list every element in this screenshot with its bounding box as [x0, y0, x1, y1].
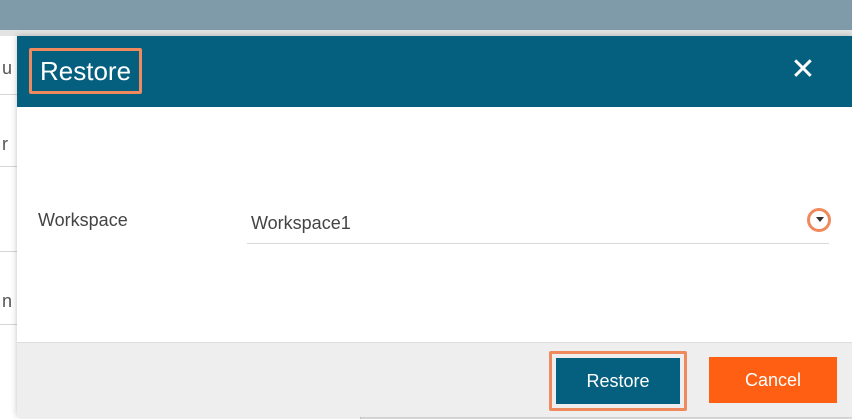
dialog-header: Restore ✕ — [17, 36, 852, 107]
chevron-down-icon[interactable] — [807, 208, 831, 232]
close-icon[interactable]: ✕ — [788, 55, 818, 85]
background-cell-text: r — [2, 134, 8, 154]
cancel-button[interactable]: Cancel — [709, 357, 837, 403]
chevron-glyph — [816, 217, 824, 222]
app-screen: u r n Restore ✕ Workspace Workspace1 Res… — [0, 0, 852, 419]
restore-button[interactable]: Restore — [556, 358, 680, 404]
restore-button-outline: Restore — [549, 351, 687, 411]
background-cell-text: u — [2, 58, 13, 78]
dialog-title: Restore — [29, 48, 143, 94]
dialog-footer: Restore Cancel — [17, 342, 852, 417]
workspace-select[interactable]: Workspace1 — [247, 203, 831, 244]
background-cell-text: n — [2, 291, 13, 311]
background-topbar — [0, 0, 852, 30]
restore-dialog: Restore ✕ Workspace Workspace1 Restore C… — [17, 36, 852, 417]
workspace-label: Workspace — [38, 210, 128, 230]
dialog-body: Workspace Workspace1 — [17, 107, 852, 342]
workspace-select-value: Workspace1 — [251, 213, 351, 233]
